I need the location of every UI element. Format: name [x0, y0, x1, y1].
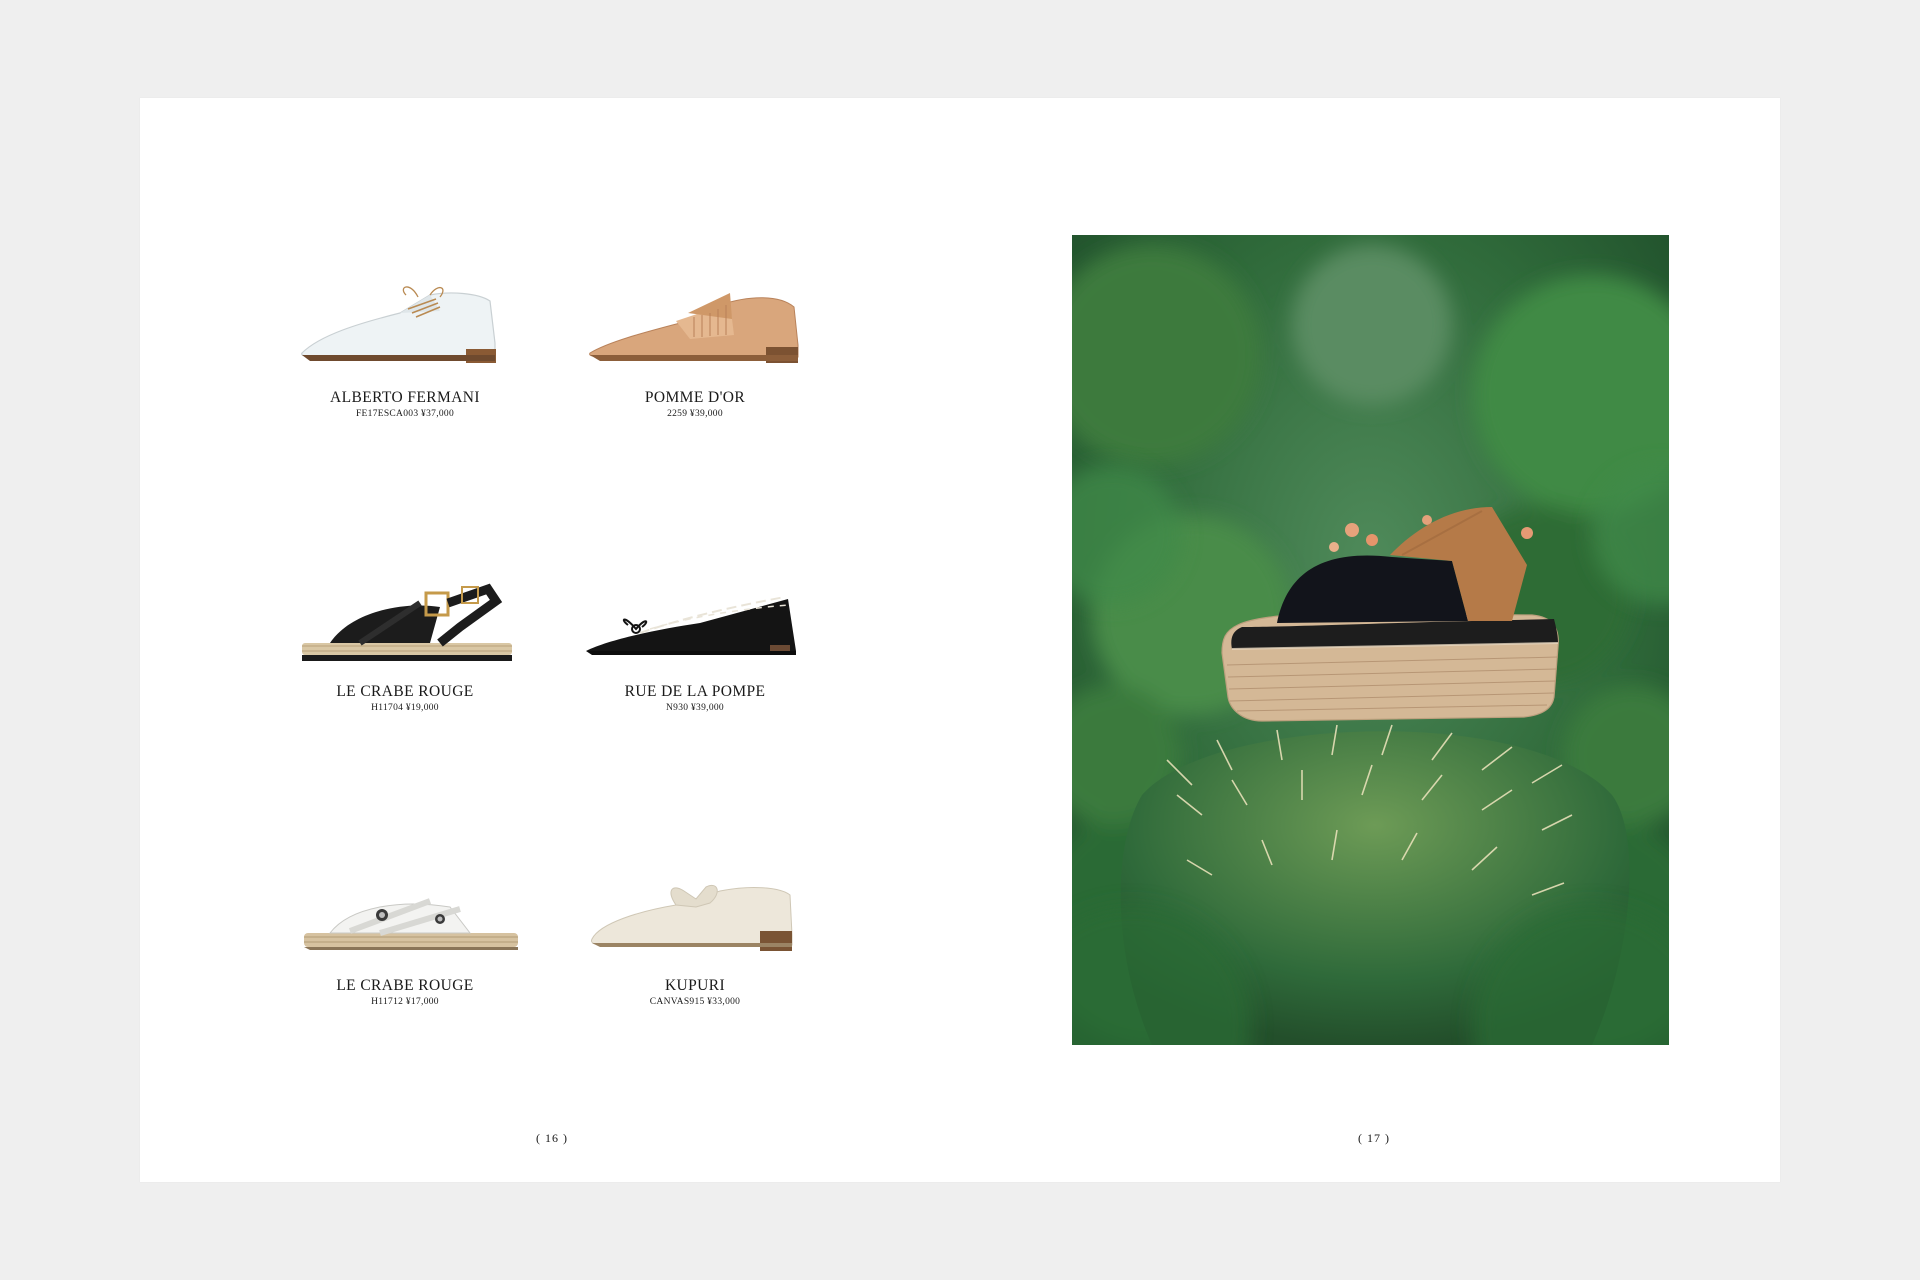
product-grid: ALBERTO FERMANI FE17ESCA003 ¥37,000 POMM…	[260, 273, 840, 1133]
product-item: LE CRABE ROUGE H11712 ¥17,000	[260, 861, 550, 1007]
product-item: POMME D'OR 2259 ¥39,000	[550, 273, 840, 419]
ballet-flat-black-icon	[580, 567, 810, 667]
product-code-price: FE17ESCA003 ¥37,000	[355, 409, 455, 419]
product-brand: POMME D'OR	[644, 389, 746, 406]
product-item: KUPURI CANVAS915 ¥33,000	[550, 861, 840, 1007]
product-brand: RUE DE LA POMPE	[624, 683, 766, 700]
page-number-right: ( 17 )	[1358, 1131, 1390, 1145]
product-code-price: N930 ¥39,000	[666, 703, 724, 713]
espadrille-sandal-black-icon	[290, 567, 520, 667]
product-code-price: H11704 ¥19,000	[371, 703, 439, 713]
right-page: ( 17 )	[960, 98, 1780, 1182]
product-code-price: 2259 ¥39,000	[667, 409, 723, 419]
product-brand: LE CRABE ROUGE	[336, 683, 474, 700]
product-item: RUE DE LA POMPE N930 ¥39,000	[550, 567, 840, 713]
oxford-shoe-white-icon	[290, 273, 520, 373]
product-code-price: CANVAS915 ¥33,000	[649, 997, 741, 1007]
product-code-price: H11712 ¥17,000	[371, 997, 439, 1007]
cork-platform-mule-on-cactus-photo	[1072, 235, 1669, 1045]
product-brand: ALBERTO FERMANI	[330, 389, 480, 406]
product-item: LE CRABE ROUGE H11704 ¥19,000	[260, 567, 550, 713]
magazine-spread: ALBERTO FERMANI FE17ESCA003 ¥37,000 POMM…	[140, 98, 1780, 1182]
product-brand: LE CRABE ROUGE	[336, 977, 474, 994]
espadrille-slide-white-icon	[290, 861, 520, 961]
kiltie-loafer-tan-icon	[580, 273, 810, 373]
left-page: ALBERTO FERMANI FE17ESCA003 ¥37,000 POMM…	[140, 98, 960, 1182]
product-item: ALBERTO FERMANI FE17ESCA003 ¥37,000	[260, 273, 550, 419]
product-brand: KUPURI	[664, 977, 726, 994]
bow-shoe-cream-icon	[580, 861, 810, 961]
page-number-left: ( 16 )	[536, 1131, 568, 1145]
